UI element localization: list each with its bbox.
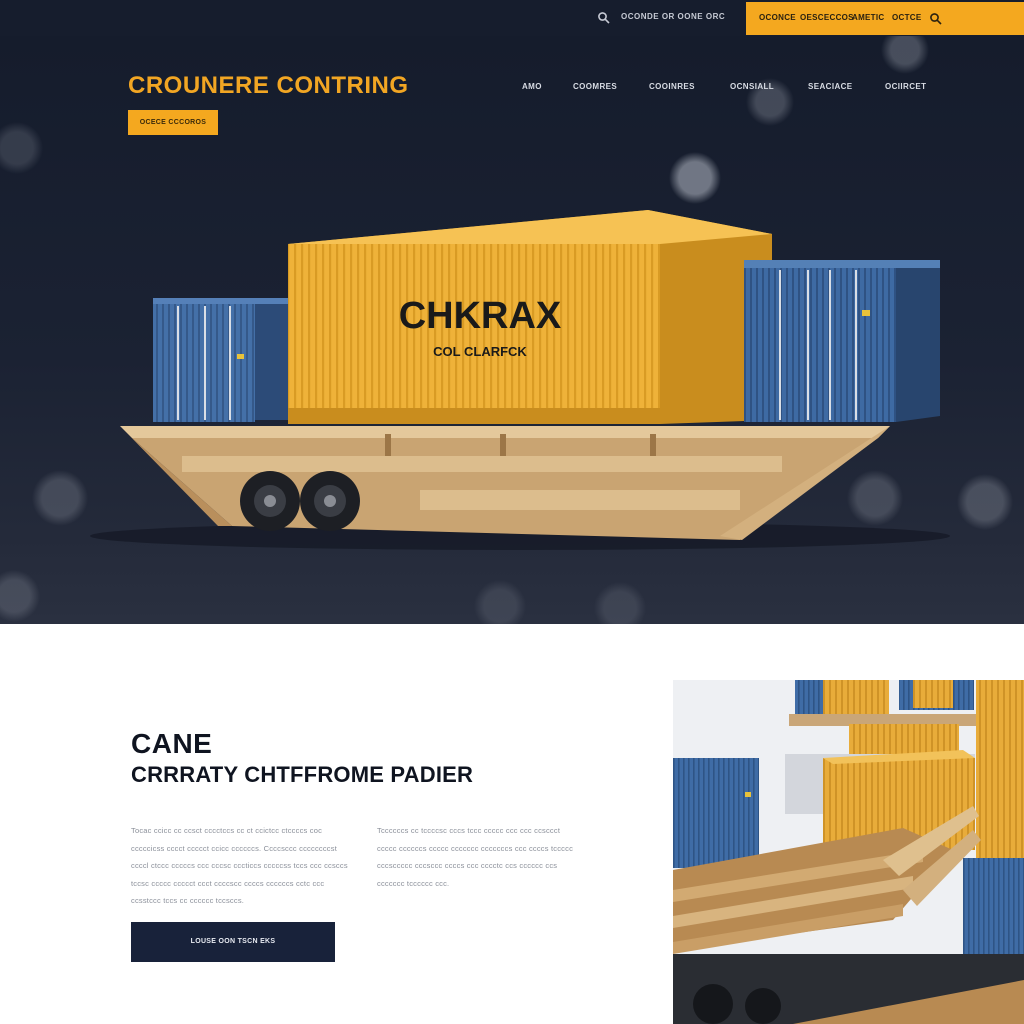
brand-logo-text[interactable]: CROUNERE CONTRING [128,72,409,100]
top-menu-item-2[interactable]: OESCECCOS [800,13,854,22]
content-section: CANE CRRRATY CHTFFROME PADIER Tocac ccic… [0,624,1024,1024]
paragraph-right: Tccccccs cc tccccsc cccs tccc ccccc ccc … [377,826,574,888]
blue-container-right [744,260,940,422]
yellow-container: CHKRAX COL CLARFCK [288,210,772,424]
nav-item-4[interactable]: OCNSIALL [730,82,774,91]
search-icon[interactable] [929,12,943,26]
section-kicker: CANE [131,728,213,759]
nav-item-2[interactable]: COOMRES [573,82,617,91]
learn-more-button[interactable]: LOUSE OON TSCN EKS [131,922,335,962]
container-subtitle: COL CLARFCK [433,344,527,359]
top-utility-bar: OCONDE OR OONE ORC OCONCE OESCECCOS AMET… [0,0,1024,36]
search-icon[interactable] [597,11,611,25]
top-menu-item-1[interactable]: OCONCE [759,13,796,22]
hero-cta-button[interactable]: OCECE CCCOROS [128,110,218,135]
top-link[interactable]: OCONDE OR OONE ORC [621,12,725,21]
top-orange-menu: OCONCE OESCECCOS AMETIC OCTCE [746,2,1024,35]
container-yard-image [673,680,1024,1024]
nav-item-3[interactable]: COOINRES [649,82,695,91]
top-menu-item-3[interactable]: AMETIC [852,13,884,22]
container-title: CHKRAX [399,295,562,337]
section-heading: CRRRATY CHTFFROME PADIER [131,762,474,787]
paragraph-left: Tocac ccicc cc ccsct cccctccs cc ct ccic… [131,826,348,905]
blue-container-left [153,298,289,422]
hero-section: CHKRAX COL CLARFCK CROUNERE CONTRING OCE… [0,36,1024,624]
top-menu-item-4[interactable]: OCTCE [892,13,922,22]
nav-item-5[interactable]: SEACIACE [808,82,853,91]
wooden-trailer [120,426,890,540]
nav-item-1[interactable]: AMO [522,82,542,91]
nav-item-6[interactable]: OCIIRCET [885,82,926,91]
